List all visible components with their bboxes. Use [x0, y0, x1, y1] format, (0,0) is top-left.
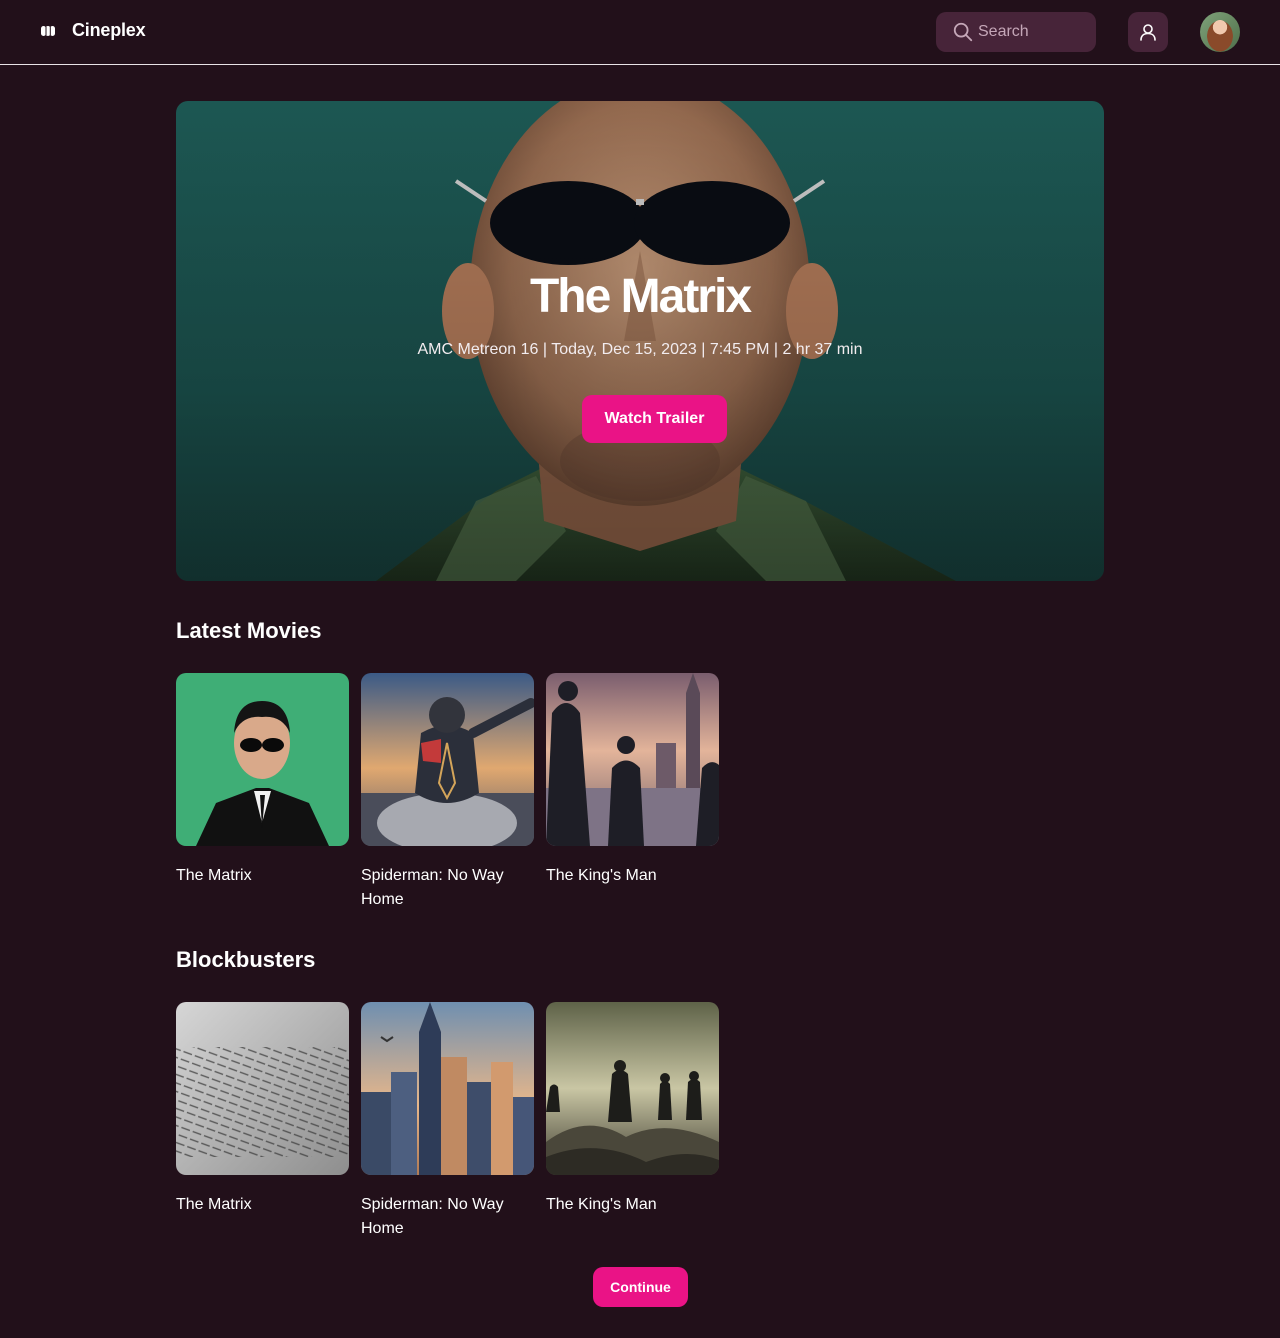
movie-card[interactable]: The King's Man: [546, 1002, 719, 1217]
hero-title: The Matrix: [529, 270, 752, 323]
hero-banner: The Matrix AMC Metreon 16 | Today, Dec 1…: [176, 101, 1104, 581]
logo-icon: [41, 25, 55, 36]
movie-poster: [361, 673, 534, 846]
movie-card[interactable]: Spiderman: No Way Home: [361, 1002, 534, 1241]
movie-poster: [361, 1002, 534, 1175]
movie-title: The King's Man: [546, 1196, 657, 1213]
movie-title: Spiderman: No Way Home: [361, 1196, 504, 1237]
user-button[interactable]: [1128, 12, 1168, 52]
movie-card[interactable]: The Matrix: [176, 1002, 349, 1217]
brand[interactable]: Cineplex: [40, 20, 146, 41]
top-nav: Cineplex: [0, 0, 1280, 65]
user-icon: [1140, 24, 1156, 41]
movie-card[interactable]: Spiderman: No Way Home: [361, 673, 534, 912]
continue-button[interactable]: Continue: [593, 1267, 688, 1307]
movie-poster: [546, 1002, 719, 1175]
avatar[interactable]: [1200, 12, 1240, 52]
watch-trailer-button[interactable]: Watch Trailer: [582, 395, 727, 443]
movie-title: The King's Man: [546, 867, 657, 884]
movie-poster: [176, 673, 349, 846]
movie-title: Spiderman: No Way Home: [361, 867, 504, 908]
search-box[interactable]: [936, 12, 1096, 52]
section-title-latest: Latest Movies: [176, 618, 322, 643]
section-title-blockbusters: Blockbusters: [176, 947, 316, 972]
movie-card[interactable]: The King's Man: [546, 673, 719, 888]
movie-title: The Matrix: [176, 867, 252, 884]
search-icon: [953, 22, 973, 42]
movie-poster: [176, 1002, 349, 1175]
movie-card[interactable]: The Matrix: [176, 673, 349, 888]
app-name: Cineplex: [72, 20, 146, 40]
movie-title: The Matrix: [176, 1196, 252, 1213]
search-input[interactable]: [978, 23, 1088, 41]
hero-showtime: AMC Metreon 16 | Today, Dec 15, 2023 | 7…: [417, 341, 863, 358]
movie-poster: [546, 673, 719, 846]
